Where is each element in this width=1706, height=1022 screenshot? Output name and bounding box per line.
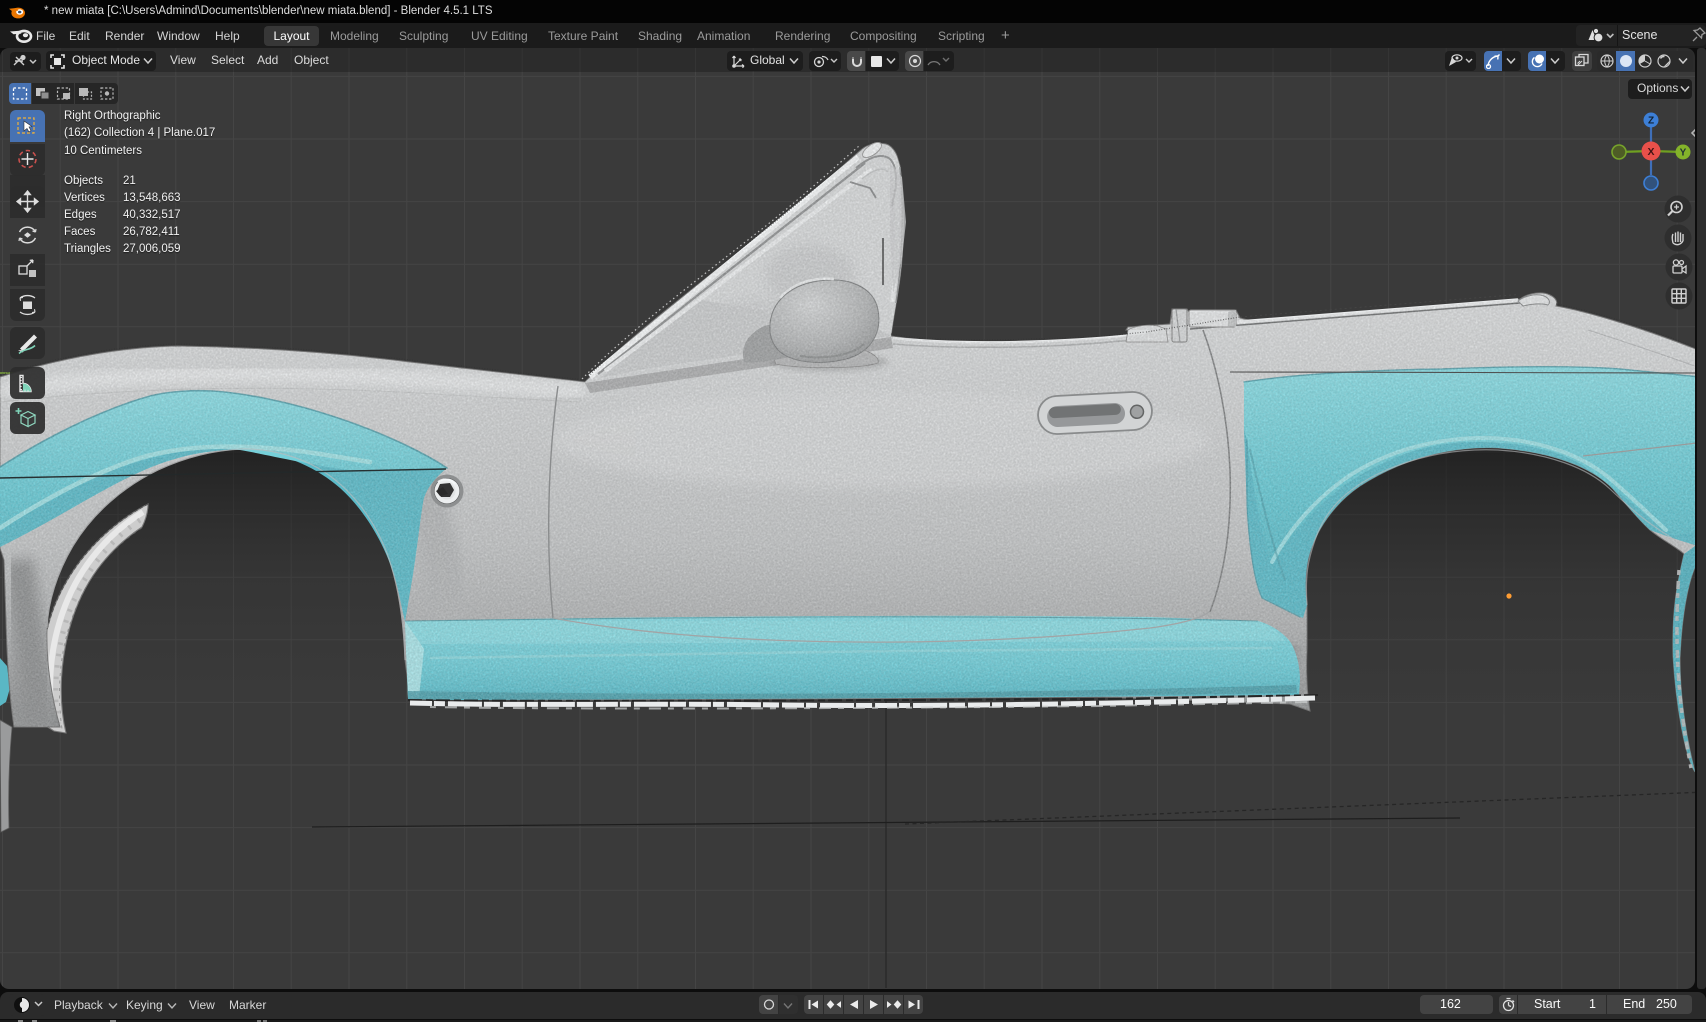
svg-text:X: X [1647, 146, 1654, 158]
svg-text:Y: Y [1680, 148, 1687, 159]
svg-text:Z: Z [1648, 116, 1654, 127]
